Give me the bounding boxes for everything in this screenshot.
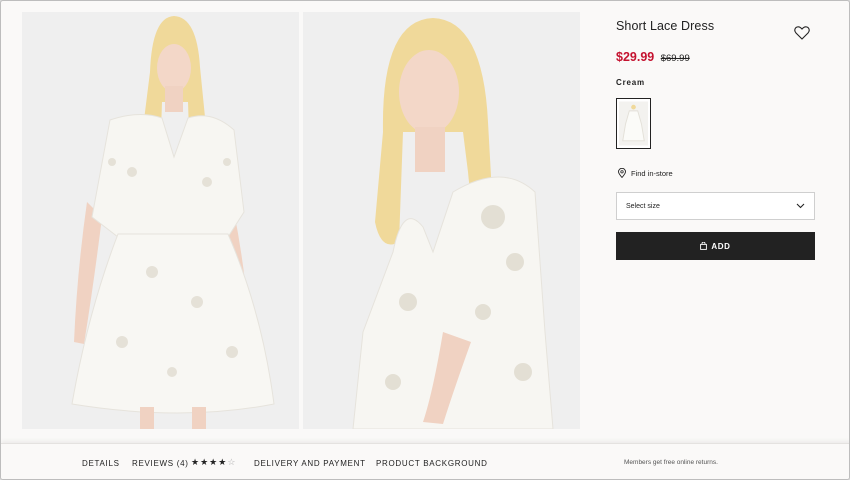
star-filled-icon: ★ [200,457,210,467]
tab-delivery-payment[interactable]: DELIVERY AND PAYMENT [254,459,366,468]
product-page: Short Lace Dress $29.99 $69.99 Cream Fin… [0,0,850,480]
product-title: Short Lace Dress [616,19,715,33]
product-image-front[interactable] [22,12,299,429]
size-select[interactable]: Select size [616,192,815,220]
rating-stars: ★★★★☆ [191,457,236,468]
price-block: $29.99 $69.99 [616,48,690,66]
tab-reviews[interactable]: REVIEWS (4) [132,459,189,468]
chevron-down-icon [796,203,805,209]
add-button-label: ADD [711,241,731,251]
model-photo-closeup [303,12,580,429]
find-in-store-label: Find in-store [631,168,673,178]
product-image-closeup[interactable] [303,12,580,429]
add-to-bag-button[interactable]: ADD [616,232,815,260]
find-in-store-link[interactable]: Find in-store [618,168,673,178]
returns-note: Members get free online returns. [624,459,718,466]
tab-details[interactable]: DETAILS [82,459,120,468]
star-filled-icon: ★ [209,457,219,467]
heart-icon[interactable] [794,26,810,40]
swatch-thumbnail [619,101,648,146]
color-swatch-cream[interactable] [616,98,651,149]
star-empty-icon: ☆ [227,457,237,467]
color-name: Cream [616,78,645,87]
tab-product-background[interactable]: PRODUCT BACKGROUND [376,459,488,468]
star-filled-icon: ★ [218,457,228,467]
sale-price: $29.99 [616,50,655,64]
product-info: Short Lace Dress [616,19,816,33]
location-pin-icon [618,168,626,178]
size-select-placeholder: Select size [626,202,660,210]
original-price: $69.99 [660,53,690,64]
star-filled-icon: ★ [191,457,201,467]
bag-icon [700,242,708,250]
product-tabs-bar: DETAILS REVIEWS (4) ★★★★☆ DELIVERY AND P… [1,443,849,479]
model-photo-front [22,12,299,429]
